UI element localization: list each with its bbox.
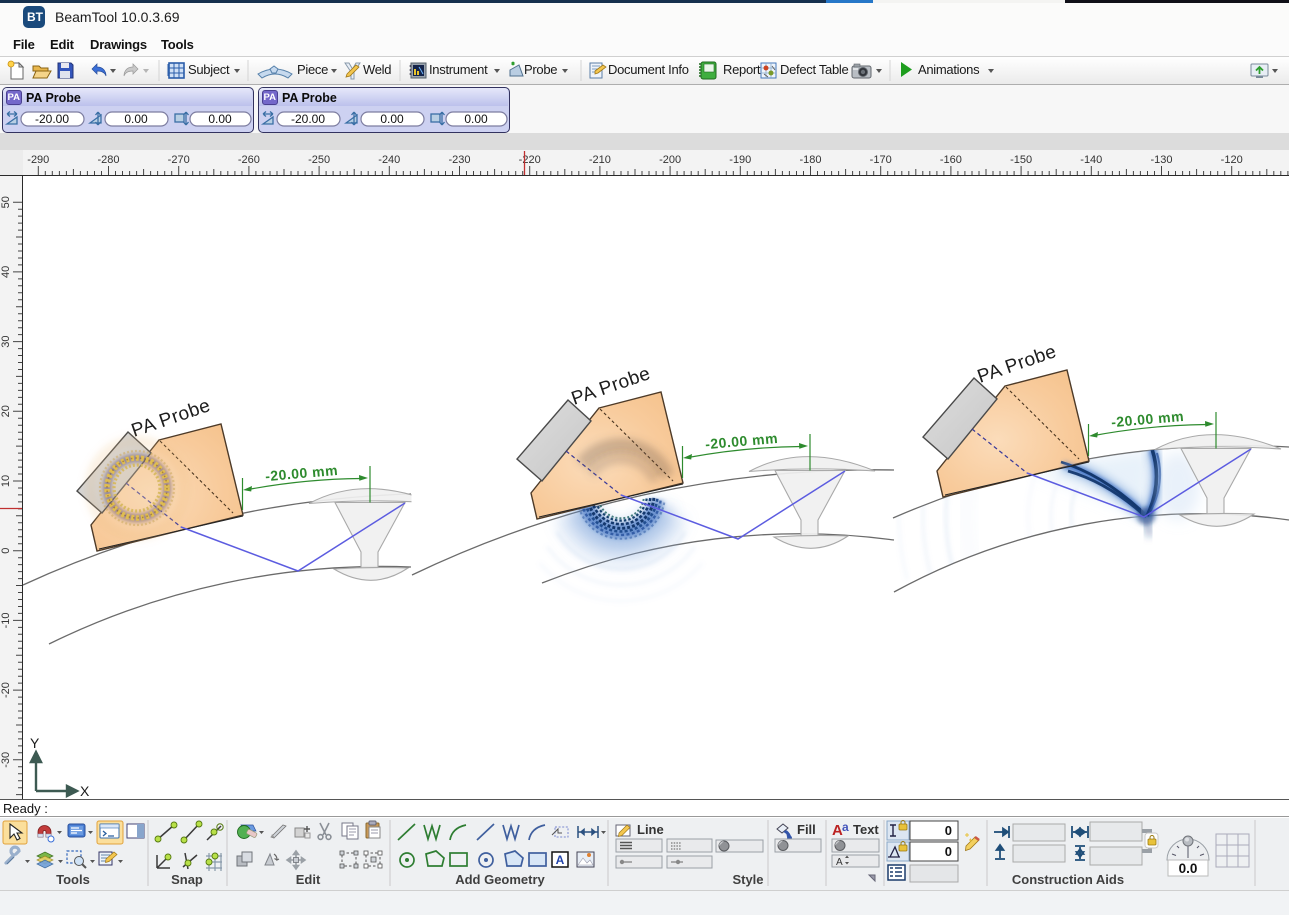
svg-text:X: X — [80, 783, 90, 799]
svg-text:0.00: 0.00 — [380, 112, 404, 126]
svg-text:-170: -170 — [870, 154, 892, 166]
svg-text:Construction Aids: Construction Aids — [1012, 872, 1124, 887]
svg-text:0.00: 0.00 — [124, 112, 148, 126]
svg-text:-150: -150 — [1010, 154, 1032, 166]
svg-text:-210: -210 — [589, 154, 611, 166]
svg-text:-20.00: -20.00 — [291, 112, 325, 126]
svg-text:Report: Report — [723, 62, 761, 77]
svg-text:-130: -130 — [1150, 154, 1172, 166]
svg-text:Line: Line — [637, 822, 664, 837]
svg-text:0.00: 0.00 — [464, 112, 488, 126]
svg-text:-120: -120 — [1221, 154, 1243, 166]
svg-text:0: 0 — [945, 823, 952, 838]
svg-text:A: A — [556, 853, 565, 867]
svg-text:-230: -230 — [448, 154, 470, 166]
svg-text:-280: -280 — [97, 154, 119, 166]
svg-text:-20.00: -20.00 — [35, 112, 69, 126]
svg-text:Y: Y — [30, 735, 40, 751]
svg-text:Tools: Tools — [56, 872, 90, 887]
svg-text:Weld: Weld — [363, 62, 391, 77]
svg-text:Defect Table: Defect Table — [780, 62, 848, 77]
svg-text:-180: -180 — [799, 154, 821, 166]
svg-text:Add Geometry: Add Geometry — [455, 872, 545, 887]
svg-text:-250: -250 — [308, 154, 330, 166]
svg-text:Probe: Probe — [524, 62, 557, 77]
svg-text:0.0: 0.0 — [1179, 861, 1198, 876]
svg-text:Document Info: Document Info — [608, 62, 689, 77]
svg-text:-220: -220 — [519, 154, 541, 166]
svg-text:Instrument: Instrument — [429, 62, 488, 77]
svg-text:-270: -270 — [168, 154, 190, 166]
svg-text:-190: -190 — [729, 154, 751, 166]
svg-text:Edit: Edit — [296, 872, 321, 887]
svg-text:Subject: Subject — [188, 62, 230, 77]
svg-text:-160: -160 — [940, 154, 962, 166]
svg-text:Piece: Piece — [297, 62, 328, 77]
svg-text:-200: -200 — [659, 154, 681, 166]
svg-text:-290: -290 — [27, 154, 49, 166]
svg-text:a: a — [842, 820, 849, 834]
svg-text:0.00: 0.00 — [208, 112, 232, 126]
svg-text:-240: -240 — [378, 154, 400, 166]
svg-text:-260: -260 — [238, 154, 260, 166]
svg-text:A: A — [836, 857, 843, 868]
svg-text:Text: Text — [853, 822, 879, 837]
svg-text:Fill: Fill — [797, 822, 816, 837]
svg-text:Snap: Snap — [171, 872, 203, 887]
svg-text:Style: Style — [732, 872, 763, 887]
svg-text:0: 0 — [945, 844, 952, 859]
svg-text:-140: -140 — [1080, 154, 1102, 166]
svg-text:Animations: Animations — [918, 62, 980, 77]
